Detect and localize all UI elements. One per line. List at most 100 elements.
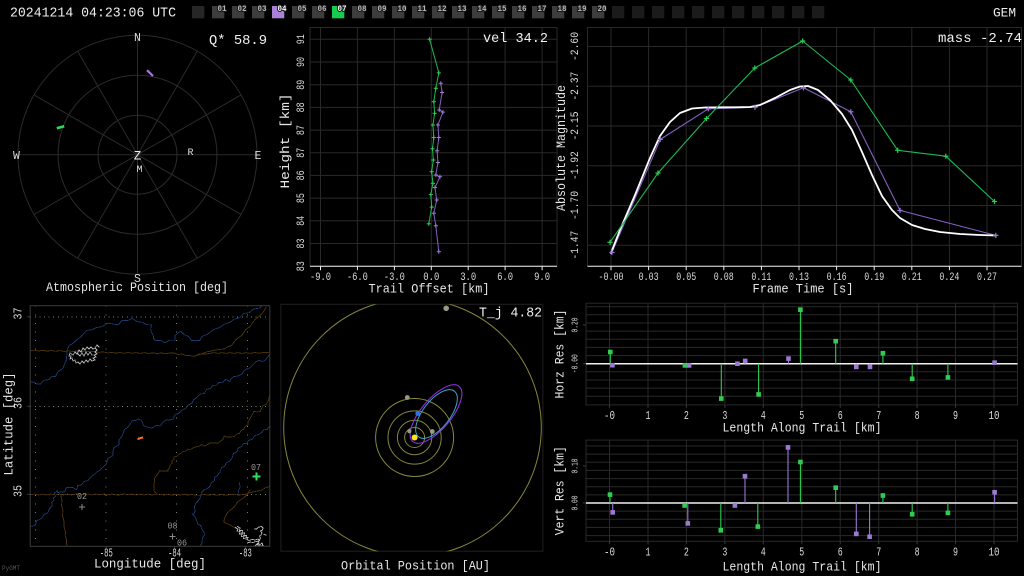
svg-text:87: 87	[296, 148, 308, 158]
svg-text:Z: Z	[134, 149, 142, 163]
svg-text:91: 91	[296, 34, 308, 44]
svg-text:Frame Time [s]: Frame Time [s]	[753, 283, 854, 297]
svg-text:0.24: 0.24	[939, 272, 959, 284]
svg-text:0.00: 0.00	[570, 495, 581, 510]
svg-text:88: 88	[296, 102, 308, 112]
svg-text:09: 09	[378, 5, 387, 14]
svg-text:2: 2	[684, 410, 689, 423]
svg-text:89: 89	[296, 80, 308, 90]
svg-text:-6.0: -6.0	[347, 272, 368, 284]
svg-text:mass -2.74: mass -2.74	[938, 32, 1022, 47]
svg-text:Latitude [deg]: Latitude [deg]	[3, 373, 17, 476]
svg-text:0.05: 0.05	[676, 272, 696, 284]
svg-text:11: 11	[418, 5, 427, 14]
svg-text:6.0: 6.0	[497, 272, 513, 284]
svg-text:04: 04	[278, 5, 287, 14]
svg-text:6: 6	[838, 546, 843, 559]
svg-text:90: 90	[296, 57, 308, 67]
svg-text:1: 1	[646, 546, 651, 559]
svg-text:4: 4	[761, 546, 766, 559]
svg-text:GEM: GEM	[993, 6, 1016, 21]
svg-text:07: 07	[338, 5, 347, 14]
svg-text:83: 83	[296, 261, 308, 271]
svg-text:M: M	[136, 165, 142, 176]
svg-text:02: 02	[77, 491, 87, 502]
svg-text:8: 8	[915, 546, 920, 559]
svg-text:86: 86	[296, 170, 308, 180]
svg-text:Longitude [deg]: Longitude [deg]	[94, 558, 206, 572]
svg-text:19: 19	[578, 5, 587, 14]
svg-text:08: 08	[358, 5, 367, 14]
svg-text:0.08: 0.08	[714, 272, 734, 284]
svg-text:85: 85	[296, 193, 308, 203]
svg-text:Q* 58.9: Q* 58.9	[209, 34, 267, 49]
svg-text:-2.37: -2.37	[570, 72, 582, 101]
svg-text:2: 2	[684, 546, 689, 559]
svg-text:Height [km]: Height [km]	[279, 94, 293, 189]
svg-text:W: W	[13, 150, 20, 163]
svg-text:E: E	[255, 150, 262, 163]
svg-text:10: 10	[989, 410, 1000, 423]
svg-text:Vert Res [km]: Vert Res [km]	[554, 446, 568, 535]
svg-text:0.10: 0.10	[570, 458, 581, 473]
svg-text:-0.00: -0.00	[599, 272, 624, 284]
svg-text:16: 16	[518, 5, 527, 14]
svg-text:5: 5	[799, 546, 804, 559]
svg-text:84: 84	[296, 215, 308, 225]
svg-text:-0: -0	[604, 410, 615, 423]
svg-text:12: 12	[438, 5, 447, 14]
svg-text:Length Along Trail [km]: Length Along Trail [km]	[723, 561, 882, 575]
svg-text:35: 35	[12, 485, 26, 497]
svg-text:02: 02	[238, 5, 247, 14]
svg-text:-1.47: -1.47	[570, 231, 582, 260]
svg-text:-83: -83	[239, 547, 252, 561]
svg-text:05: 05	[298, 5, 307, 14]
svg-text:-9.0: -9.0	[310, 272, 331, 284]
svg-text:1: 1	[646, 410, 651, 423]
svg-text:Length Along Trail [km]: Length Along Trail [km]	[723, 422, 882, 436]
svg-text:01: 01	[218, 5, 227, 14]
svg-text:9: 9	[953, 410, 958, 423]
svg-text:0.21: 0.21	[902, 272, 922, 284]
svg-text:20241214 04:23:06 UTC: 20241214 04:23:06 UTC	[10, 7, 176, 22]
svg-text:-2.15: -2.15	[570, 112, 582, 141]
svg-text:9.0: 9.0	[534, 272, 550, 284]
svg-text:Trail Offset [km]: Trail Offset [km]	[369, 283, 490, 297]
svg-text:03: 03	[258, 5, 267, 14]
svg-text:-0: -0	[604, 546, 615, 559]
svg-text:15: 15	[498, 5, 507, 14]
svg-text:87: 87	[296, 125, 308, 135]
svg-text:3: 3	[722, 546, 727, 559]
svg-text:8: 8	[915, 410, 920, 423]
svg-text:vel 34.2: vel 34.2	[483, 32, 548, 47]
svg-text:0.03: 0.03	[639, 272, 659, 284]
svg-text:Orbital Position [AU]: Orbital Position [AU]	[341, 559, 490, 574]
svg-text:06: 06	[318, 5, 327, 14]
svg-text:Horz Res [km]: Horz Res [km]	[554, 310, 568, 399]
svg-text:R: R	[187, 148, 193, 159]
svg-text:37: 37	[12, 308, 26, 320]
svg-text:0.20: 0.20	[570, 317, 581, 332]
svg-text:20: 20	[598, 5, 607, 14]
svg-text:07: 07	[251, 462, 261, 473]
svg-text:-2.60: -2.60	[570, 32, 582, 61]
svg-text:0.19: 0.19	[864, 272, 884, 284]
svg-text:Atmospheric Position [deg]: Atmospheric Position [deg]	[46, 280, 228, 295]
svg-text:14: 14	[478, 5, 487, 14]
svg-text:N: N	[134, 32, 141, 45]
svg-text:PyGMT: PyGMT	[2, 565, 20, 572]
svg-text:Absolute Magnitude: Absolute Magnitude	[555, 85, 569, 211]
svg-text:T_j 4.82: T_j 4.82	[479, 307, 542, 322]
svg-text:-1.70: -1.70	[570, 191, 582, 220]
svg-text:9: 9	[953, 546, 958, 559]
svg-text:17: 17	[538, 5, 547, 14]
svg-text:13: 13	[458, 5, 467, 14]
svg-text:10: 10	[989, 546, 1000, 559]
svg-text:-0.00: -0.00	[570, 354, 581, 373]
svg-text:7: 7	[876, 546, 881, 559]
svg-text:08: 08	[168, 520, 178, 531]
svg-text:10: 10	[398, 5, 407, 14]
svg-text:18: 18	[558, 5, 567, 14]
svg-text:-1.92: -1.92	[570, 151, 582, 180]
svg-text:83: 83	[296, 239, 308, 249]
